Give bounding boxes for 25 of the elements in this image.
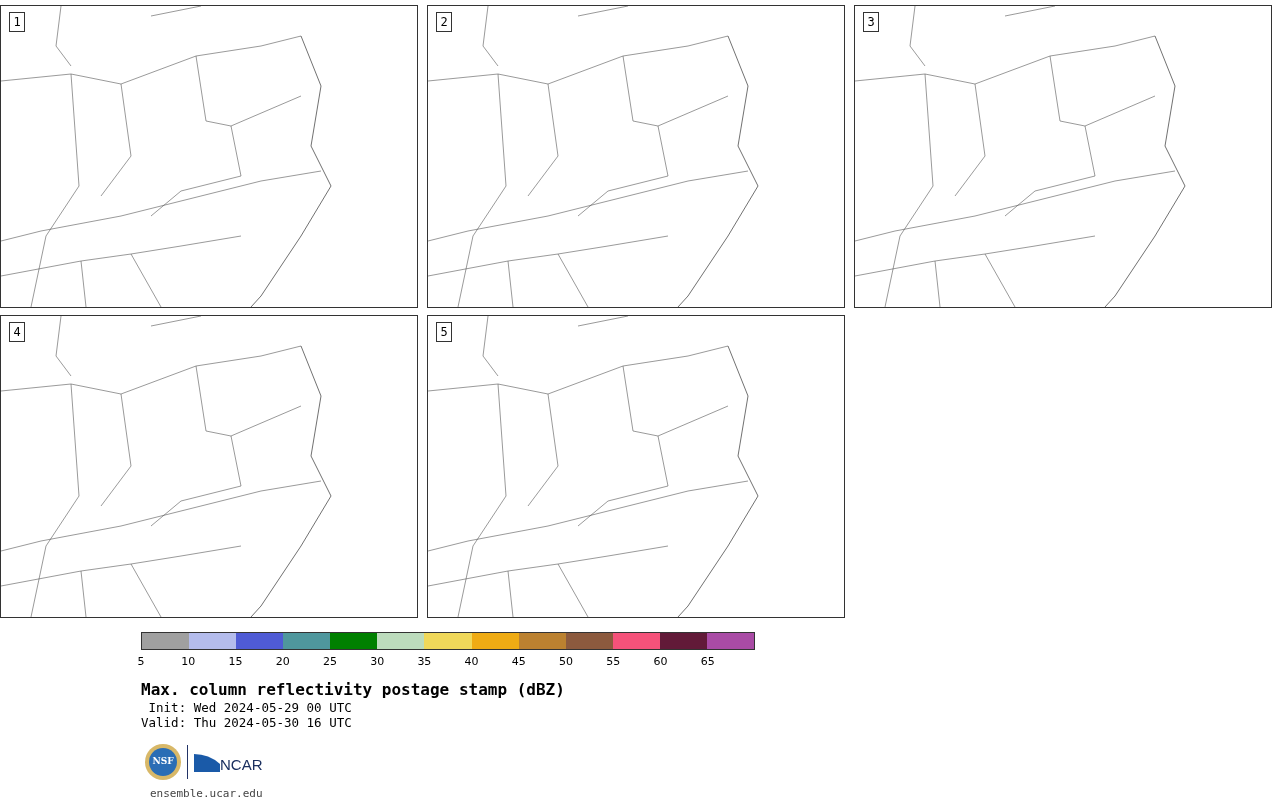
chart-title: Max. column reflectivity postage stamp (dBZ) — [141, 680, 566, 700]
logo-text: NCAR — [220, 757, 263, 772]
panel-number: 2 — [436, 12, 452, 32]
panel-number: 1 — [9, 12, 25, 32]
tick-label: 5 — [137, 656, 145, 667]
tick-label: 30 — [370, 656, 385, 667]
tick-label: 45 — [511, 656, 526, 667]
tick-label: 15 — [228, 656, 243, 667]
tick-label: 20 — [275, 656, 290, 667]
tick-label: 40 — [464, 656, 479, 667]
site-url: ensemble.ucar.edu — [150, 786, 264, 802]
logo-text: NSF — [149, 748, 177, 776]
tick-label: 65 — [700, 656, 715, 667]
tick-label: 60 — [653, 656, 668, 667]
swoosh-icon — [194, 752, 220, 772]
tick-label: 25 — [322, 656, 337, 667]
tick-label: 55 — [606, 656, 621, 667]
init-time: Init: Wed 2024-05-29 00 UTC — [147, 700, 353, 715]
panel-number: 5 — [436, 322, 452, 342]
tick-label: 35 — [417, 656, 432, 667]
panel-number: 3 — [863, 12, 879, 32]
tick-label: 50 — [559, 656, 574, 667]
panel-number: 4 — [9, 322, 25, 342]
valid-time: Valid: Thu 2024-05-30 16 UTC — [141, 715, 353, 730]
tick-label: 10 — [181, 656, 196, 667]
